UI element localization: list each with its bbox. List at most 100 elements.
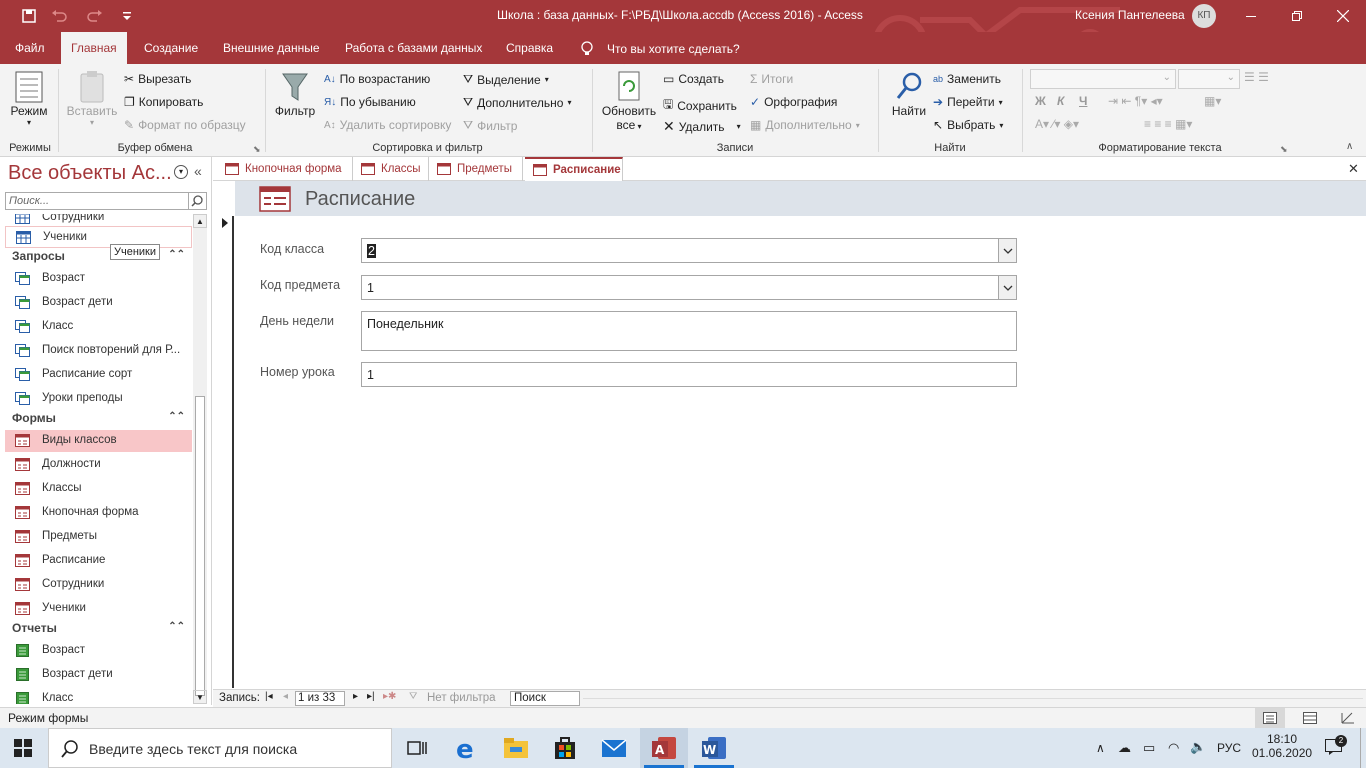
access-taskbar-button[interactable]: A: [640, 728, 688, 768]
doc-tab-switchboard[interactable]: Кнопочная форма: [217, 157, 353, 181]
nav-menu-chevron-icon[interactable]: ▾: [174, 165, 188, 179]
list-item[interactable]: Предметы: [5, 526, 192, 548]
list-item[interactable]: Расписание: [5, 550, 192, 572]
list-item[interactable]: Возраст дети: [5, 292, 192, 314]
selection-button[interactable]: ⛛ Выделение ▾: [463, 72, 549, 87]
weekday-textbox[interactable]: Понедельник: [361, 311, 1017, 351]
user-name[interactable]: Ксения Пантелеева: [1075, 8, 1185, 22]
list-item[interactable]: Виды классов: [5, 430, 192, 452]
store-icon[interactable]: [551, 734, 579, 762]
list-item[interactable]: Возраст дети: [5, 664, 192, 686]
refresh-all-button[interactable]: Обновить все ▾: [599, 70, 659, 132]
bold-button[interactable]: Ж: [1035, 94, 1046, 108]
list-item[interactable]: Сотрудники: [5, 574, 192, 596]
list-item[interactable]: Кнопочная форма: [5, 502, 192, 524]
wifi-icon[interactable]: ◠: [1168, 740, 1179, 756]
tell-me-search[interactable]: Что вы хотите сделать?: [607, 42, 740, 56]
spelling-button[interactable]: ✓ Орфография: [750, 95, 837, 109]
nav-scrollbar[interactable]: ▲ ▼: [193, 214, 207, 704]
chevron-down-icon[interactable]: [998, 239, 1016, 262]
file-explorer-icon[interactable]: [502, 734, 530, 762]
gridlines-icon[interactable]: ▦▾: [1204, 94, 1221, 108]
copy-button[interactable]: ❐ Копировать: [124, 95, 203, 109]
close-doc-icon[interactable]: ✕: [1348, 161, 1359, 177]
paste-button[interactable]: Вставить ▾: [66, 70, 118, 127]
collapse-group-icon[interactable]: ⌃⌃: [168, 621, 185, 632]
doc-tab-schedule[interactable]: Расписание: [525, 157, 623, 181]
list-item[interactable]: Ученики: [5, 226, 192, 248]
new-record-nav-icon[interactable]: ▸✱: [383, 691, 396, 702]
h-scrollbar-track[interactable]: [583, 698, 1363, 699]
windows-start-icon[interactable]: [14, 739, 32, 757]
select-button[interactable]: ↖ Выбрать ▾: [933, 118, 1003, 132]
text-format-launcher-icon[interactable]: ⬊: [1280, 144, 1288, 155]
chevron-down-icon[interactable]: [998, 276, 1016, 299]
list-item[interactable]: Должности: [5, 454, 192, 476]
scroll-up-icon[interactable]: ▲: [193, 214, 207, 228]
task-view-icon[interactable]: [403, 734, 431, 762]
italic-button[interactable]: К: [1057, 94, 1064, 108]
layout-view-icon[interactable]: [1295, 708, 1325, 728]
cut-button[interactable]: ✂ Вырезать: [124, 72, 191, 86]
list-item[interactable]: Поиск повторений для Р...: [5, 340, 192, 362]
first-record-icon[interactable]: |◂: [265, 691, 273, 702]
bullets-icon[interactable]: ☰ ☰: [1244, 70, 1269, 84]
list-item[interactable]: Возраст: [5, 268, 192, 290]
more-records-button[interactable]: ▦ Дополнительно ▾: [750, 118, 860, 132]
list-item[interactable]: Возраст: [5, 640, 192, 662]
mail-icon[interactable]: [600, 734, 628, 762]
redo-icon[interactable]: [84, 7, 106, 25]
taskbar-search[interactable]: Введите здесь текст для поиска: [48, 728, 392, 768]
list-item[interactable]: Классы: [5, 478, 192, 500]
undo-icon[interactable]: [48, 7, 70, 25]
avatar[interactable]: КП: [1192, 4, 1216, 28]
save-record-button[interactable]: 🖫 Сохранить: [663, 95, 737, 116]
nav-pane-title[interactable]: Все объекты Ac...: [8, 162, 172, 185]
design-view-icon[interactable]: [1333, 708, 1363, 728]
class-id-combobox[interactable]: 2: [361, 238, 1017, 263]
show-desktop-button[interactable]: [1360, 728, 1366, 768]
list-item[interactable]: Ученики: [5, 598, 192, 620]
view-mode-button[interactable]: Режим ▾: [6, 70, 52, 127]
underline-button[interactable]: Ч: [1079, 94, 1087, 108]
advanced-filter-button[interactable]: ⛛ Дополнительно ▾: [463, 95, 571, 110]
minimize-icon[interactable]: [1228, 0, 1274, 32]
search-icon[interactable]: [188, 193, 206, 209]
volume-icon[interactable]: 🔈: [1190, 739, 1206, 755]
list-item[interactable]: Класс: [5, 688, 192, 704]
last-record-icon[interactable]: ▸|: [367, 691, 375, 702]
subject-id-combobox[interactable]: 1: [361, 275, 1017, 300]
sort-asc-button[interactable]: A↓ По возрастанию: [324, 72, 430, 86]
close-window-icon[interactable]: [1320, 0, 1366, 32]
sort-desc-button[interactable]: Я↓ По убыванию: [324, 95, 416, 109]
format-painter-button[interactable]: ✎ Формат по образцу: [124, 118, 246, 132]
collapse-group-icon[interactable]: ⌃⌃: [168, 249, 185, 260]
language-indicator[interactable]: РУС: [1217, 741, 1241, 755]
word-taskbar-button[interactable]: W: [690, 728, 738, 768]
find-button[interactable]: Найти: [886, 70, 932, 118]
replace-button[interactable]: ab Заменить: [933, 72, 1001, 86]
scroll-down-icon[interactable]: ▼: [193, 690, 207, 704]
save-icon[interactable]: [18, 7, 40, 25]
nav-group-queries[interactable]: Запросы ⌃⌃: [12, 249, 187, 263]
doc-tab-subjects[interactable]: Предметы: [429, 157, 523, 181]
collapse-pane-icon[interactable]: «: [194, 163, 202, 179]
tab-help[interactable]: Справка: [496, 32, 563, 64]
lesson-number-textbox[interactable]: 1: [361, 362, 1017, 387]
edge-icon[interactable]: e: [453, 734, 481, 762]
font-size-dropdown[interactable]: ⌄: [1178, 69, 1240, 89]
nav-search-input[interactable]: Поиск...: [5, 192, 207, 210]
nav-group-reports[interactable]: Отчеты ⌃⌃: [12, 621, 187, 635]
filter-status[interactable]: Нет фильтра: [427, 692, 496, 704]
delete-record-button[interactable]: ✕ Удалить ▾: [663, 118, 741, 135]
onedrive-icon[interactable]: ☁: [1118, 740, 1131, 756]
font-color-icon[interactable]: A▾ ⁄▾ ◈▾: [1035, 117, 1079, 131]
remove-sort-button[interactable]: A↕ Удалить сортировку: [324, 118, 451, 132]
list-item[interactable]: Уроки преподы: [5, 388, 192, 410]
record-selector[interactable]: [218, 216, 234, 688]
goto-button[interactable]: ➔ Перейти ▾: [933, 95, 1003, 109]
restore-icon[interactable]: [1274, 0, 1320, 32]
font-name-dropdown[interactable]: ⌄: [1030, 69, 1176, 89]
battery-icon[interactable]: ▭: [1143, 740, 1155, 756]
tab-database-tools[interactable]: Работа с базами данных: [335, 32, 492, 64]
